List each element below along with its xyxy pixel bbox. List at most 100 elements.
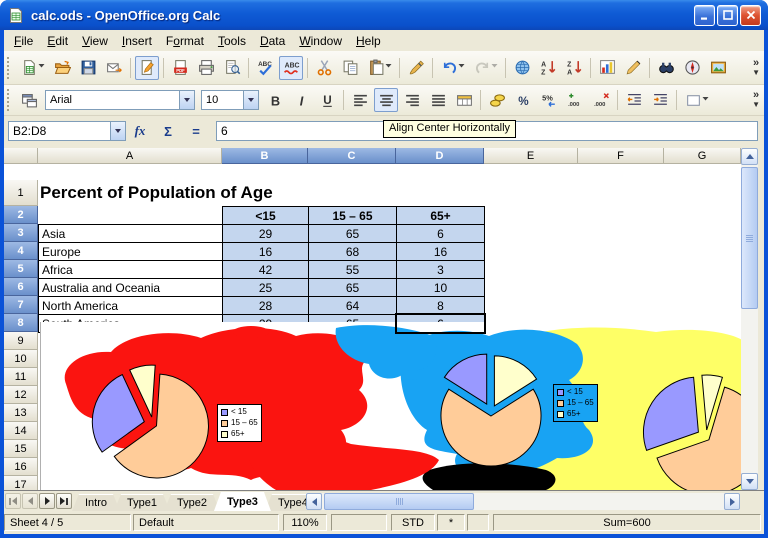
spellcheck-button[interactable]: ABC (253, 56, 277, 80)
cell-C6[interactable]: 65 (308, 278, 397, 297)
cell-C2[interactable]: 15 – 65 (308, 206, 397, 225)
cell-A5[interactable]: Africa (38, 260, 223, 279)
paste-button[interactable] (364, 54, 395, 81)
underline-button[interactable]: U (315, 88, 339, 112)
cell-C5[interactable]: 55 (308, 260, 397, 279)
toolbar-overflow-button[interactable]: » ▼ (748, 59, 764, 77)
navigator-button[interactable] (680, 56, 704, 80)
add-decimal-button[interactable]: .000 (563, 88, 587, 112)
menu-format[interactable]: Format (159, 32, 211, 50)
first-sheet-button[interactable] (5, 493, 21, 509)
menu-view[interactable]: View (75, 32, 115, 50)
styles-window-button[interactable] (17, 88, 41, 112)
cell-C3[interactable]: 65 (308, 224, 397, 243)
maximize-button[interactable] (717, 5, 738, 26)
last-sheet-button[interactable] (56, 493, 72, 509)
cut-button[interactable] (312, 56, 336, 80)
menu-edit[interactable]: Edit (40, 32, 75, 50)
cell-B6[interactable]: 25 (222, 278, 309, 297)
status-empty-1[interactable] (331, 514, 387, 531)
column-header-A[interactable]: A (38, 148, 222, 164)
row-header-16[interactable]: 16 (4, 458, 38, 476)
menu-help[interactable]: Help (349, 32, 388, 50)
column-header-D[interactable]: D (396, 148, 484, 164)
cell-C4[interactable]: 68 (308, 242, 397, 261)
open-button[interactable] (50, 56, 74, 80)
copy-button[interactable] (338, 56, 362, 80)
italic-button[interactable]: I (289, 88, 313, 112)
percent-button[interactable]: % (511, 88, 535, 112)
spreadsheet-title[interactable]: Percent of Population of Age (40, 183, 273, 203)
status-selection-mode[interactable]: STD (391, 514, 435, 531)
cell-A7[interactable]: North America (38, 296, 223, 315)
tab-intro[interactable]: Intro (72, 494, 120, 511)
sum-button[interactable]: Σ (156, 124, 180, 139)
format-standard-button[interactable]: 5% (537, 88, 561, 112)
row-header-7[interactable]: 7 (4, 296, 38, 314)
redo-button[interactable] (470, 54, 501, 81)
previous-sheet-button[interactable] (22, 493, 38, 509)
spreadsheet-grid[interactable]: ABCDEFG 123456789101112131415161718 Perc… (4, 148, 758, 490)
email-button[interactable] (102, 56, 126, 80)
align-left-button[interactable] (348, 88, 372, 112)
menu-file[interactable]: File (7, 32, 40, 50)
vertical-scrollbar[interactable] (741, 148, 758, 490)
column-header-E[interactable]: E (484, 148, 578, 164)
cell-D6[interactable]: 10 (396, 278, 485, 297)
row-header-3[interactable]: 3 (4, 224, 38, 242)
sort-ascending-button[interactable]: AZ (536, 56, 560, 80)
row-header-14[interactable]: 14 (4, 422, 38, 440)
cell-B7[interactable]: 28 (222, 296, 309, 315)
scroll-down-button[interactable] (741, 473, 758, 490)
align-right-button[interactable] (400, 88, 424, 112)
export-pdf-button[interactable]: PDF (168, 56, 192, 80)
edit-file-button[interactable] (135, 56, 159, 80)
column-header-C[interactable]: C (308, 148, 396, 164)
select-all-corner[interactable] (4, 148, 38, 164)
name-box[interactable]: B2:D8 (8, 121, 126, 141)
toolbar-overflow-button[interactable]: » ▼ (748, 91, 764, 109)
font-name-dropdown[interactable] (179, 91, 194, 109)
menu-insert[interactable]: Insert (115, 32, 159, 50)
toolbar-grip[interactable] (7, 57, 13, 79)
dropdown-caret[interactable] (38, 57, 45, 78)
tab-type2[interactable]: Type2 (164, 494, 220, 511)
column-header-B[interactable]: B (222, 148, 308, 164)
menu-data[interactable]: Data (253, 32, 292, 50)
cell-B5[interactable]: 42 (222, 260, 309, 279)
row-header-4[interactable]: 4 (4, 242, 38, 260)
format-paintbrush-button[interactable] (404, 56, 428, 80)
scroll-right-button[interactable] (724, 493, 740, 510)
cell-D3[interactable]: 6 (396, 224, 485, 243)
scroll-up-button[interactable] (741, 148, 758, 165)
undo-button[interactable] (437, 54, 468, 81)
column-header-F[interactable]: F (578, 148, 664, 164)
cell-A6[interactable]: Australia and Oceania (38, 278, 223, 297)
row-header-11[interactable]: 11 (4, 368, 38, 386)
row-header-8[interactable]: 8 (4, 314, 38, 332)
row-header-10[interactable]: 10 (4, 350, 38, 368)
save-button[interactable] (76, 56, 100, 80)
increase-indent-button[interactable] (648, 88, 672, 112)
print-button[interactable] (194, 56, 218, 80)
horizontal-scroll-thumb[interactable] (324, 493, 474, 510)
page-preview-button[interactable] (220, 56, 244, 80)
row-header-12[interactable]: 12 (4, 386, 38, 404)
merge-cells-button[interactable] (452, 88, 476, 112)
cell-D4[interactable]: 16 (396, 242, 485, 261)
row-header-13[interactable]: 13 (4, 404, 38, 422)
status-page-style[interactable]: Default (133, 514, 279, 531)
sort-descending-button[interactable]: ZA (562, 56, 586, 80)
font-size-combo[interactable]: 10 (201, 90, 259, 110)
menu-tools[interactable]: Tools (211, 32, 253, 50)
status-zoom[interactable]: 110% (283, 514, 327, 531)
hyperlink-button[interactable] (510, 56, 534, 80)
row-header-9[interactable]: 9 (4, 332, 38, 350)
vertical-scroll-thumb[interactable] (741, 167, 758, 309)
close-button[interactable] (740, 5, 761, 26)
row-header-6[interactable]: 6 (4, 278, 38, 296)
auto-spellcheck-button[interactable]: ABC (279, 56, 303, 80)
embedded-chart-object[interactable]: < 1515 – 6565+ < 1515 – 6565+ (40, 322, 741, 490)
delete-decimal-button[interactable]: .000 (589, 88, 613, 112)
cell-A4[interactable]: Europe (38, 242, 223, 261)
